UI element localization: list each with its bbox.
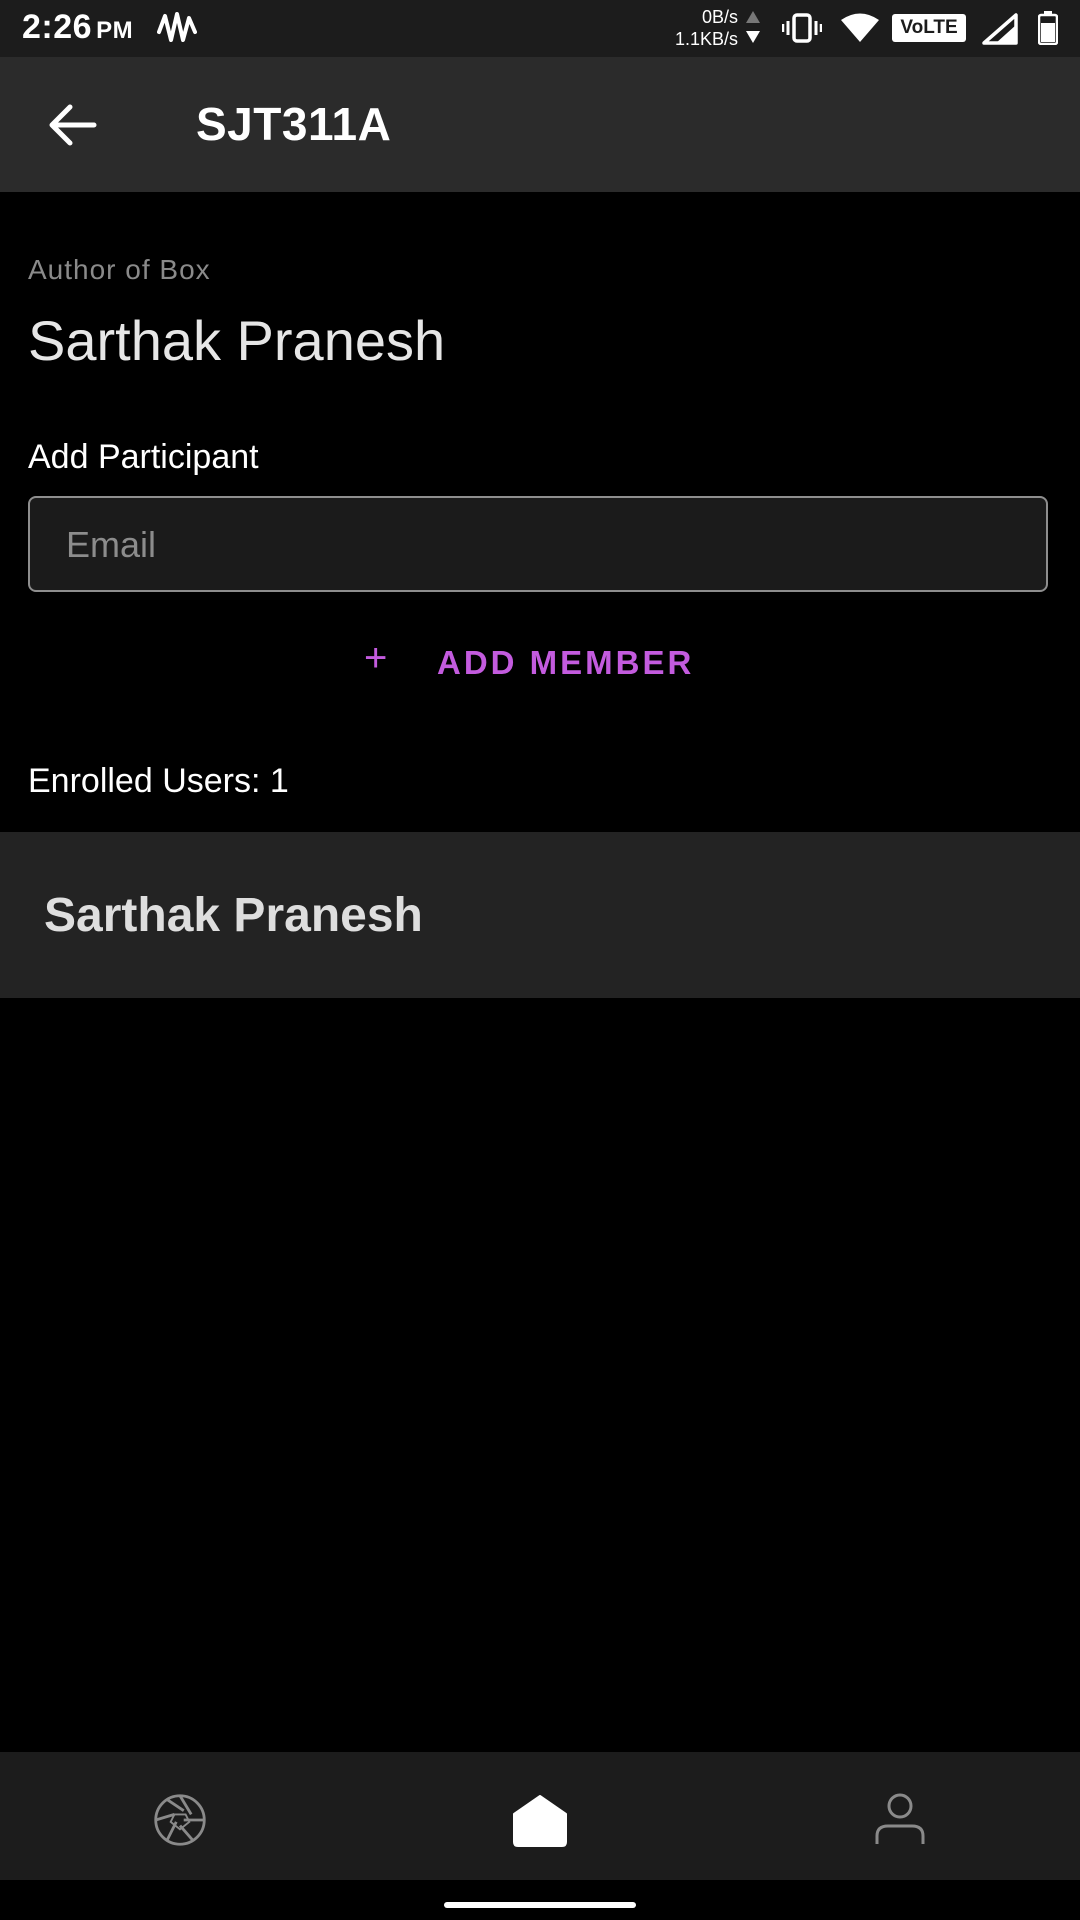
profile-icon [875, 1793, 925, 1844]
network-speed-down: 1.1KB/s [674, 29, 738, 49]
app-bar: SJT311A [0, 57, 1080, 192]
nav-item-aperture[interactable] [0, 1752, 360, 1880]
gesture-bar[interactable] [444, 1902, 636, 1908]
author-name: Sarthak Pranesh [28, 309, 446, 372]
add-member-label: ADD MEMBER [437, 644, 695, 681]
author-label: Author of Box [28, 254, 211, 285]
data-arrows-icon [746, 11, 760, 43]
nav-item-profile[interactable] [720, 1752, 1080, 1880]
activity-icon [157, 12, 197, 42]
back-button[interactable] [44, 101, 104, 149]
volte-badge: VoLTE [892, 14, 966, 42]
status-bar: 2:26 PM 0B/s 1.1KB/s VoLTE [0, 0, 1080, 57]
signal-icon [982, 13, 1018, 45]
member-name: Sarthak Pranesh [44, 889, 423, 942]
arrow-back-icon [49, 104, 97, 146]
status-ampm: PM [96, 17, 134, 44]
home-icon [513, 1795, 567, 1847]
nav-item-home[interactable] [360, 1752, 720, 1880]
add-participant-label: Add Participant [28, 438, 259, 476]
vibrate-icon [782, 13, 822, 43]
enrolled-users-count: Enrolled Users: 1 [28, 762, 289, 800]
status-time: 2:26 PM [22, 8, 133, 47]
network-speed-up: 0B/s [701, 7, 738, 27]
battery-icon [1038, 11, 1058, 45]
add-member-button[interactable]: + ADD MEMBER [360, 636, 720, 690]
email-field[interactable] [28, 496, 1048, 592]
network-speed: 0B/s 1.1KB/s [650, 6, 738, 50]
plus-icon: + [364, 636, 391, 680]
status-time-value: 2:26 [22, 8, 93, 46]
aperture-icon [154, 1794, 206, 1846]
bottom-navigation [0, 1752, 1080, 1880]
email-input[interactable] [64, 498, 1008, 592]
page-title: SJT311A [196, 98, 392, 150]
wifi-icon [841, 13, 879, 42]
list-item[interactable]: Sarthak Pranesh [0, 832, 1080, 998]
